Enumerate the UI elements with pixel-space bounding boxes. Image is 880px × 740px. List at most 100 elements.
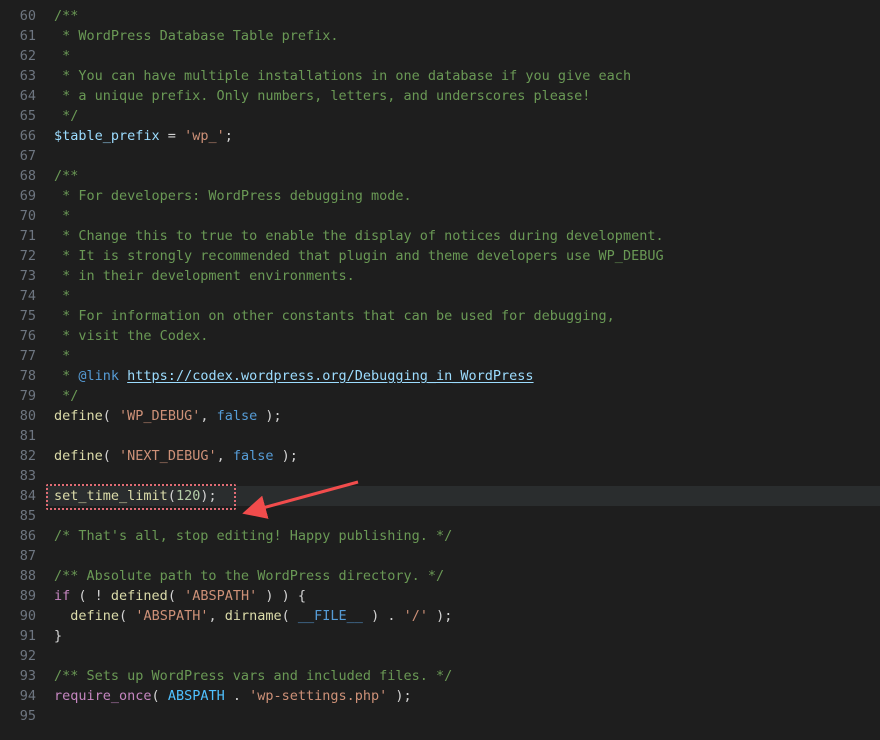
line-number: 74 — [0, 286, 46, 306]
line-number: 87 — [0, 546, 46, 566]
line-number: 82 — [0, 446, 46, 466]
token-str: 'wp_' — [184, 128, 225, 144]
code-line[interactable]: * @link https://codex.wordpress.org/Debu… — [46, 366, 880, 386]
token-fn: define — [70, 608, 119, 624]
code-line[interactable]: define( 'ABSPATH', dirname( __FILE__ ) .… — [46, 606, 880, 626]
line-number: 95 — [0, 706, 46, 726]
token-plain: ) . — [363, 608, 404, 624]
code-line[interactable]: * For information on other constants tha… — [46, 306, 880, 326]
token-tag: @link — [78, 368, 119, 384]
code-area[interactable]: /** * WordPress Database Table prefix. *… — [46, 0, 880, 740]
code-line[interactable]: */ — [46, 386, 880, 406]
code-line[interactable] — [46, 706, 880, 726]
token-plain — [54, 608, 70, 624]
line-number: 69 — [0, 186, 46, 206]
code-line[interactable]: define( 'WP_DEBUG', false ); — [46, 406, 880, 426]
token-fn: define — [54, 408, 103, 424]
token-comment: * — [54, 288, 70, 304]
code-line[interactable]: * — [46, 206, 880, 226]
line-number: 81 — [0, 426, 46, 446]
code-editor[interactable]: 6061626364656667686970717273747576777879… — [0, 0, 880, 740]
line-number: 90 — [0, 606, 46, 626]
token-plain: ); — [257, 408, 281, 424]
code-line[interactable]: * visit the Codex. — [46, 326, 880, 346]
token-plain: ) ) { — [257, 588, 306, 604]
code-line[interactable]: set_time_limit(120); — [46, 486, 880, 506]
code-line[interactable]: /** — [46, 6, 880, 26]
code-line[interactable] — [46, 426, 880, 446]
token-comment: /** Sets up WordPress vars and included … — [54, 668, 452, 684]
token-comment: /** — [54, 168, 78, 184]
code-line[interactable] — [46, 146, 880, 166]
token-plain: ); — [200, 488, 216, 504]
token-bool: false — [217, 408, 258, 424]
code-line[interactable]: * a unique prefix. Only numbers, letters… — [46, 86, 880, 106]
line-number: 92 — [0, 646, 46, 666]
token-fn: defined — [111, 588, 168, 604]
line-number: 86 — [0, 526, 46, 546]
line-number: 80 — [0, 406, 46, 426]
token-plain: ( — [168, 588, 184, 604]
line-number: 91 — [0, 626, 46, 646]
token-plain: ); — [387, 688, 411, 704]
code-line[interactable]: * in their development environments. — [46, 266, 880, 286]
code-line[interactable]: */ — [46, 106, 880, 126]
token-comment: */ — [54, 108, 78, 124]
token-str: 'ABSPATH' — [184, 588, 257, 604]
code-line[interactable] — [46, 646, 880, 666]
token-plain: } — [54, 628, 62, 644]
code-line[interactable]: * WordPress Database Table prefix. — [46, 26, 880, 46]
line-number: 65 — [0, 106, 46, 126]
token-plain: ( — [103, 408, 119, 424]
token-bool: false — [233, 448, 274, 464]
token-comment: * Change this to true to enable the disp… — [54, 228, 664, 244]
token-comment: * You can have multiple installations in… — [54, 68, 631, 84]
token-plain: , — [208, 608, 224, 624]
code-line[interactable]: * — [46, 346, 880, 366]
code-line[interactable]: /* That's all, stop editing! Happy publi… — [46, 526, 880, 546]
code-line[interactable] — [46, 546, 880, 566]
line-number: 89 — [0, 586, 46, 606]
token-str: 'wp-settings.php' — [249, 688, 387, 704]
code-line[interactable]: /** Sets up WordPress vars and included … — [46, 666, 880, 686]
code-line[interactable]: * — [46, 286, 880, 306]
line-number: 84 — [0, 486, 46, 506]
token-magic: __FILE__ — [298, 608, 363, 624]
code-line[interactable]: * You can have multiple installations in… — [46, 66, 880, 86]
token-const: ABSPATH — [168, 688, 225, 704]
line-number: 72 — [0, 246, 46, 266]
code-line[interactable] — [46, 466, 880, 486]
line-number: 75 — [0, 306, 46, 326]
code-line[interactable]: /** — [46, 166, 880, 186]
code-line[interactable]: } — [46, 626, 880, 646]
code-line[interactable]: $table_prefix = 'wp_'; — [46, 126, 880, 146]
line-number: 63 — [0, 66, 46, 86]
line-number: 68 — [0, 166, 46, 186]
line-number: 83 — [0, 466, 46, 486]
token-str: 'NEXT_DEBUG' — [119, 448, 217, 464]
token-plain: ( ! — [70, 588, 111, 604]
code-line[interactable]: if ( ! defined( 'ABSPATH' ) ) { — [46, 586, 880, 606]
code-line[interactable]: * — [46, 46, 880, 66]
token-comment: * — [54, 348, 70, 364]
code-line[interactable]: * Change this to true to enable the disp… — [46, 226, 880, 246]
line-number: 76 — [0, 326, 46, 346]
token-comment: * in their development environments. — [54, 268, 355, 284]
token-plain: ; — [225, 128, 233, 144]
token-fn: define — [54, 448, 103, 464]
code-line[interactable]: define( 'NEXT_DEBUG', false ); — [46, 446, 880, 466]
code-line[interactable]: * For developers: WordPress debugging mo… — [46, 186, 880, 206]
token-str: 'ABSPATH' — [135, 608, 208, 624]
code-line[interactable]: * It is strongly recommended that plugin… — [46, 246, 880, 266]
token-comment: * — [54, 368, 78, 384]
line-number: 79 — [0, 386, 46, 406]
token-comment: * — [54, 208, 70, 224]
code-line[interactable]: /** Absolute path to the WordPress direc… — [46, 566, 880, 586]
token-comment: /** Absolute path to the WordPress direc… — [54, 568, 444, 584]
code-line[interactable]: require_once( ABSPATH . 'wp-settings.php… — [46, 686, 880, 706]
token-kw: if — [54, 588, 70, 604]
token-plain: ( — [103, 448, 119, 464]
token-comment: * a unique prefix. Only numbers, letters… — [54, 88, 590, 104]
code-line[interactable] — [46, 506, 880, 526]
line-number: 62 — [0, 46, 46, 66]
